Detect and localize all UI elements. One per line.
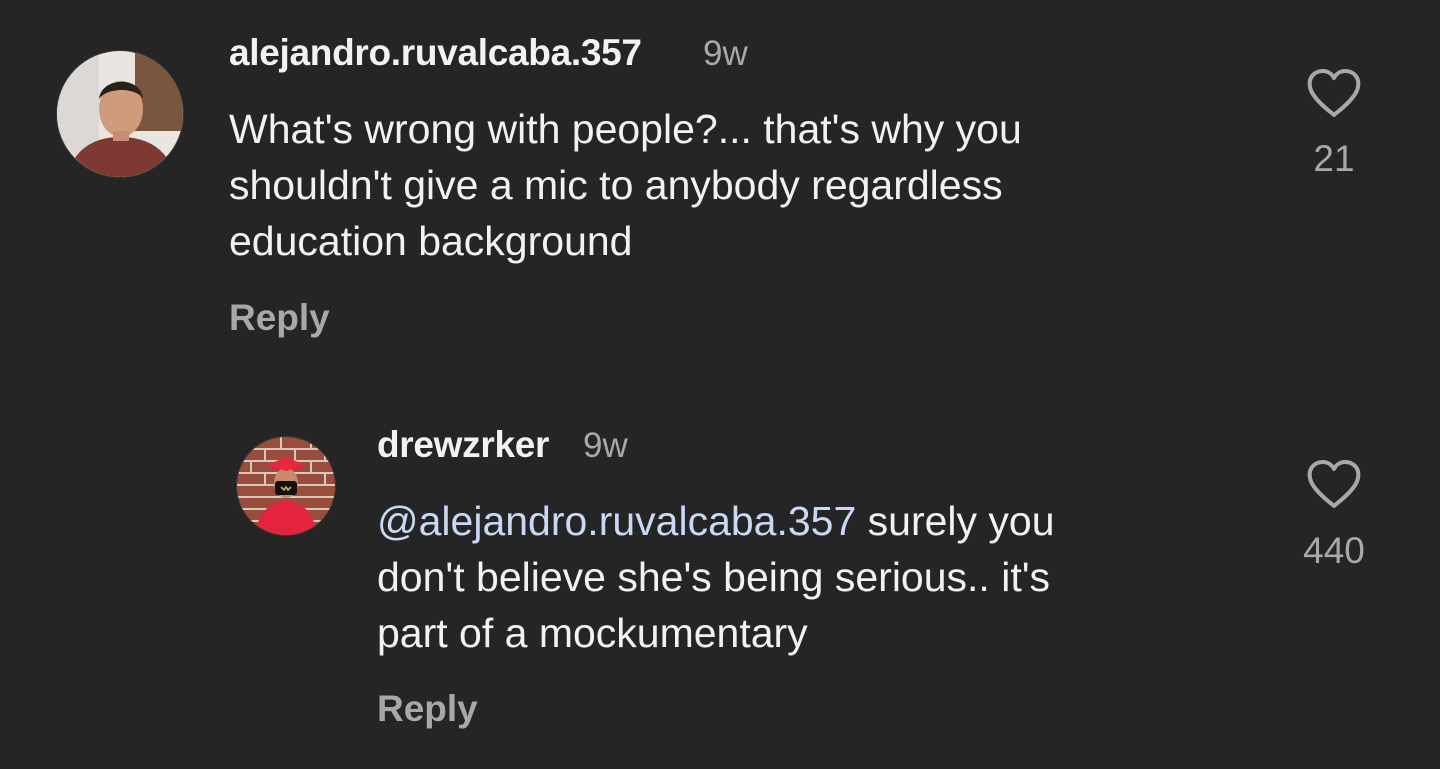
comment-username[interactable]: alejandro.ruvalcaba.357 bbox=[229, 32, 642, 74]
comment-text-segment: surely you bbox=[856, 498, 1055, 544]
comment-text-line: What's wrong with people?... that's why … bbox=[229, 106, 1022, 152]
avatar-photo bbox=[237, 437, 335, 535]
avatar[interactable] bbox=[56, 50, 184, 178]
reply-button[interactable]: Reply bbox=[377, 688, 478, 730]
comment-text-line: part of a mockumentary bbox=[377, 610, 808, 656]
comment-username[interactable]: drewzrker bbox=[377, 424, 549, 466]
heart-outline-icon bbox=[1307, 460, 1361, 508]
comment-timestamp: 9w bbox=[703, 34, 748, 73]
comment-text: @alejandro.ruvalcaba.357 surely you don'… bbox=[377, 493, 1055, 661]
comment-timestamp: 9w bbox=[583, 426, 628, 465]
comment-text-line: don't believe she's being serious.. it's bbox=[377, 554, 1051, 600]
comment-text-line: shouldn't give a mic to anybody regardle… bbox=[229, 162, 1003, 208]
reply-button[interactable]: Reply bbox=[229, 297, 330, 339]
avatar-photo bbox=[57, 51, 183, 177]
like-button[interactable] bbox=[1306, 68, 1362, 120]
comment-text-line: education background bbox=[229, 218, 633, 264]
like-count: 440 bbox=[1303, 530, 1365, 571]
user-mention-link[interactable]: @alejandro.ruvalcaba.357 bbox=[377, 498, 856, 544]
comments-thread: alejandro.ruvalcaba.357 9w What's wrong … bbox=[0, 0, 1440, 769]
like-count: 21 bbox=[1313, 138, 1355, 179]
avatar[interactable] bbox=[236, 436, 336, 536]
comment-text-line: @alejandro.ruvalcaba.357 surely you bbox=[377, 493, 1055, 549]
heart-outline-icon bbox=[1307, 69, 1361, 117]
like-button[interactable] bbox=[1306, 459, 1362, 511]
comment-text: What's wrong with people?... that's why … bbox=[229, 101, 1022, 269]
